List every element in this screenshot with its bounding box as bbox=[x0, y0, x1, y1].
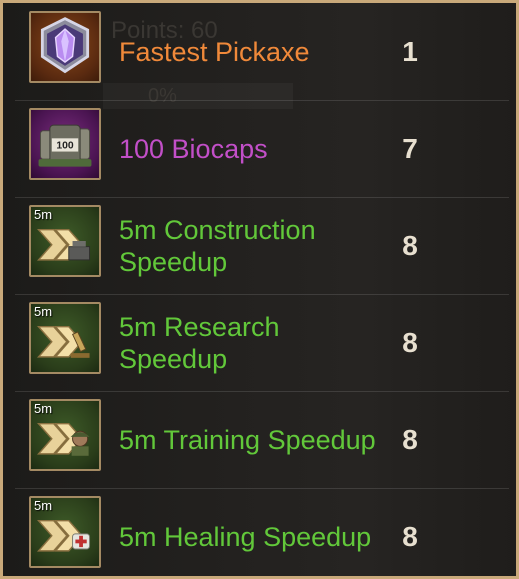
biocaps-icon-label: 100 bbox=[56, 141, 74, 152]
reward-quantity: 8 bbox=[402, 423, 418, 455]
reward-quantity: 8 bbox=[402, 229, 418, 261]
reward-row-biocaps[interactable]: 100 100 Biocaps 7 bbox=[15, 100, 509, 198]
reward-quantity: 1 bbox=[402, 35, 418, 67]
reward-name: Fastest Pickaxe bbox=[119, 36, 310, 67]
biocaps-icon: 100 bbox=[29, 108, 101, 180]
reward-name: 5m Research Speedup bbox=[119, 311, 280, 374]
reward-quantity: 7 bbox=[402, 132, 418, 164]
training-speedup-icon: 5m bbox=[29, 399, 101, 471]
healing-speedup-icon: 5m bbox=[29, 496, 101, 568]
reward-row-training-speedup[interactable]: 5m 5m Training Speedup 8 bbox=[15, 391, 509, 489]
pickaxe-gem-icon bbox=[29, 11, 101, 83]
construction-speedup-icon: 5m bbox=[29, 205, 101, 277]
reward-row-research-speedup[interactable]: 5m 5m Research Speedup 8 bbox=[15, 294, 509, 392]
reward-name: 5m Healing Speedup bbox=[119, 521, 372, 552]
reward-row-construction-speedup[interactable]: 5m 5m Construction Speedup 8 bbox=[15, 197, 509, 295]
reward-quantity: 8 bbox=[402, 520, 418, 552]
reward-name: 100 Biocaps bbox=[119, 133, 268, 164]
reward-row-fastest-pickaxe[interactable]: Fastest Pickaxe 1 bbox=[15, 3, 509, 101]
reward-quantity: 8 bbox=[402, 326, 418, 358]
research-speedup-icon: 5m bbox=[29, 302, 101, 374]
reward-row-healing-speedup[interactable]: 5m 5m Healing Speedup 8 bbox=[15, 488, 509, 576]
reward-name: 5m Training Speedup bbox=[119, 424, 376, 455]
reward-name: 5m Construction Speedup bbox=[119, 214, 316, 277]
reward-panel: Points: 60 0% Fastest Pickaxe 1 100 100 … bbox=[0, 0, 519, 579]
